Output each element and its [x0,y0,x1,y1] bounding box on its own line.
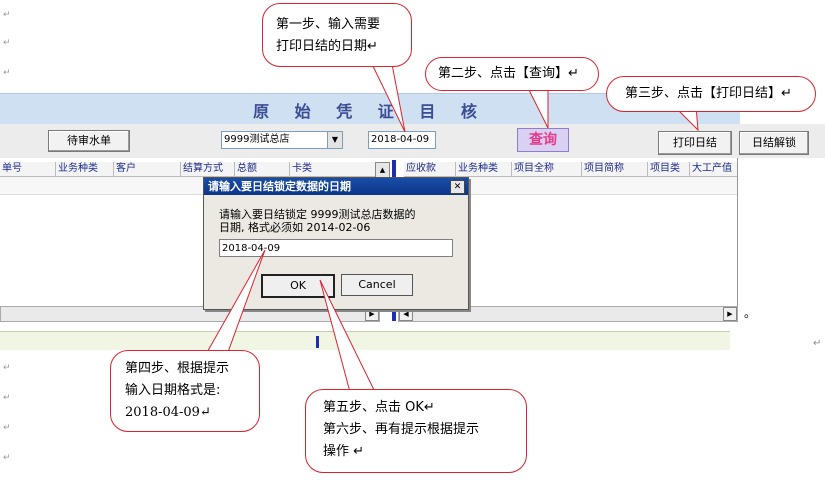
callout-text: 第三步、点击【打印日结】↵ [625,86,792,101]
callout-step2: 第二步、点击【查询】↵ [425,57,599,91]
callout-text: 2018-04-09↵ [125,405,211,420]
callout-text: 第四步、根据提示 [125,361,230,376]
pointer-step1 [369,59,406,133]
callout-step4: 第四步、根据提示 输入日期格式是: 2018-04-09↵ [110,350,260,432]
callout-text: 第五步、点击 OK↵ [323,400,435,415]
callout-text: 第一步、输入需要 [276,17,381,32]
pointer-step4 [204,249,266,357]
callout-text: 打印日结的日期↵ [276,39,378,54]
callout-step1: 第一步、输入需要 打印日结的日期↵ [262,3,412,67]
callout-step5: 第五步、点击 OK↵ 第六步、再有提示根据提示 操作 ↵ [305,389,527,473]
callout-text: 第二步、点击【查询】↵ [438,66,579,81]
callout-text: 操作 ↵ [323,444,365,459]
callout-text: 第六步、再有提示根据提示 [323,422,480,437]
callout-text: 输入日期格式是: [125,383,221,398]
callout-step3: 第三步、点击【打印日结】↵ [606,76,816,112]
pointer-step5 [319,279,376,393]
